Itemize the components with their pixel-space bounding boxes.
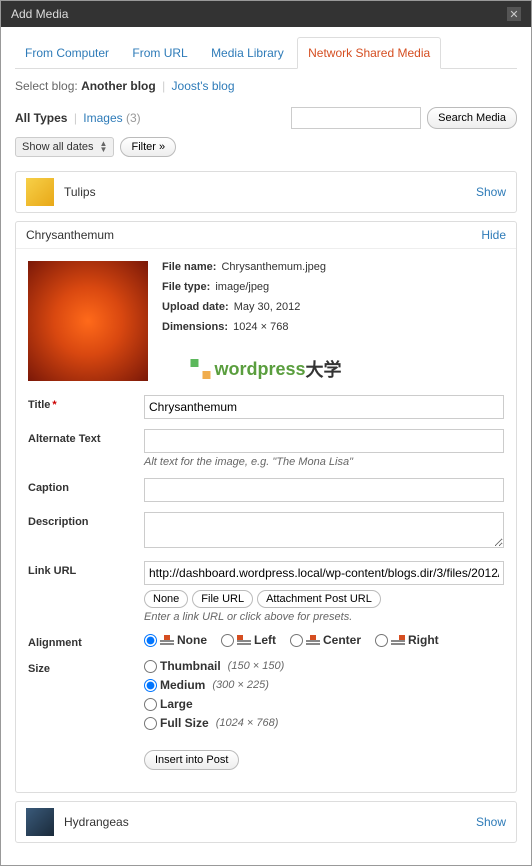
tab-media-library[interactable]: Media Library — [201, 38, 294, 68]
tab-from-computer[interactable]: From Computer — [15, 38, 119, 68]
align-left[interactable]: Left — [221, 633, 276, 647]
align-none-icon — [160, 635, 174, 645]
current-blog: Another blog — [81, 79, 156, 93]
align-right-icon — [391, 635, 405, 645]
date-select[interactable]: Show all dates ▲▼ — [15, 137, 114, 157]
link-none-button[interactable]: None — [144, 590, 188, 608]
align-left-icon — [237, 635, 251, 645]
insert-button[interactable]: Insert into Post — [144, 750, 239, 770]
caption-field[interactable] — [144, 478, 504, 502]
blog-link-other[interactable]: Joost's blog — [172, 79, 235, 93]
size-large[interactable]: Large — [144, 697, 504, 711]
media-title: Chrysanthemum — [26, 228, 114, 242]
link-url-field[interactable] — [144, 561, 504, 585]
media-title: Tulips — [64, 185, 476, 199]
media-item-expanded: Chrysanthemum Hide File name: Chrysanthe… — [15, 221, 517, 793]
size-medium[interactable]: Medium(300 × 225) — [144, 678, 504, 692]
show-link[interactable]: Show — [476, 815, 506, 829]
title-field[interactable] — [144, 395, 504, 419]
show-link[interactable]: Show — [476, 185, 506, 199]
chevron-updown-icon: ▲▼ — [100, 141, 108, 153]
link-file-button[interactable]: File URL — [192, 590, 253, 608]
meta-info: File name: Chrysanthemum.jpeg File type:… — [162, 261, 326, 381]
type-all[interactable]: All Types — [15, 111, 67, 125]
link-post-button[interactable]: Attachment Post URL — [257, 590, 381, 608]
tab-network-shared[interactable]: Network Shared Media — [297, 37, 441, 69]
filter-button[interactable]: Filter » — [120, 137, 176, 157]
media-item: Hydrangeas Show — [15, 801, 517, 843]
hide-link[interactable]: Hide — [481, 228, 506, 242]
thumbnail — [26, 808, 54, 836]
thumbnail — [26, 178, 54, 206]
search-input[interactable] — [291, 107, 421, 129]
search-button[interactable]: Search Media — [427, 107, 517, 129]
size-thumbnail[interactable]: Thumbnail(150 × 150) — [144, 659, 504, 673]
media-item: Tulips Show — [15, 171, 517, 213]
media-title: Hydrangeas — [64, 815, 476, 829]
type-images[interactable]: Images — [83, 111, 122, 125]
align-none[interactable]: None — [144, 633, 207, 647]
align-right[interactable]: Right — [375, 633, 439, 647]
align-center[interactable]: Center — [290, 633, 361, 647]
preview-image — [28, 261, 148, 381]
blog-selector: Select blog: Another blog | Joost's blog — [15, 79, 517, 93]
titlebar: Add Media ✕ — [1, 1, 531, 27]
description-field[interactable] — [144, 512, 504, 548]
tab-bar: From Computer From URL Media Library Net… — [15, 37, 517, 69]
close-icon[interactable]: ✕ — [507, 7, 521, 21]
align-center-icon — [306, 635, 320, 645]
type-filter: All Types | Images (3) — [15, 111, 141, 125]
size-full[interactable]: Full Size(1024 × 768) — [144, 716, 504, 730]
tab-from-url[interactable]: From URL — [122, 38, 197, 68]
alt-text-field[interactable] — [144, 429, 504, 453]
window-title: Add Media — [11, 7, 68, 21]
